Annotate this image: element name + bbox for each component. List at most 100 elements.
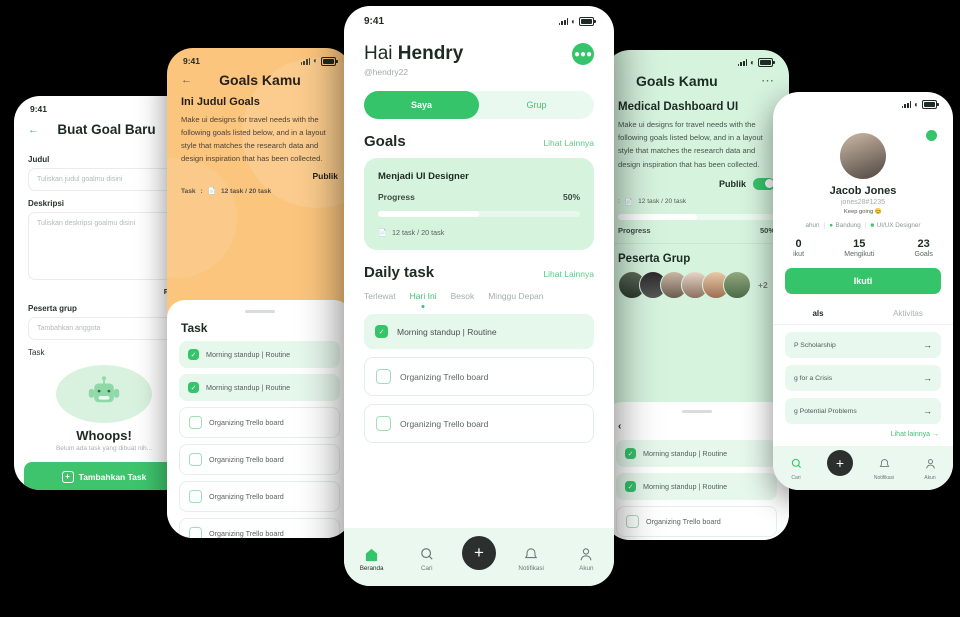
checkbox-icon[interactable]: [189, 416, 202, 429]
stat-goals[interactable]: 23 Goals: [915, 238, 933, 258]
publik-toggle[interactable]: [753, 177, 775, 190]
nav-item-notifikasi[interactable]: Notifikasi: [869, 456, 899, 481]
goals-heading: Goals: [364, 133, 406, 150]
checkbox-icon[interactable]: [189, 490, 202, 503]
progress-label: Progress: [618, 225, 651, 235]
tab-aktivitas[interactable]: Aktivitas: [863, 303, 953, 324]
ellipsis-icon[interactable]: ⋯: [761, 73, 775, 89]
add-button[interactable]: +: [827, 450, 853, 476]
judul-input[interactable]: Tuliskan judul goalmu disini: [28, 168, 180, 191]
home-icon: [352, 546, 392, 562]
back-icon[interactable]: ←: [28, 124, 39, 136]
arrow-right-icon: →: [923, 406, 932, 416]
avatar[interactable]: [723, 270, 751, 299]
publik-label[interactable]: Publik: [167, 165, 352, 181]
task-row[interactable]: Organizing Trello board: [364, 404, 594, 443]
add-button[interactable]: +: [461, 536, 496, 570]
goal-card[interactable]: Menjadi UI Designer Progress 50% 📄 12 ta…: [364, 158, 594, 250]
see-more-link[interactable]: Lihat lainnya →: [773, 424, 953, 438]
nav-item-notifikasi[interactable]: Notifikasi: [511, 546, 551, 572]
checkbox-icon[interactable]: [376, 369, 391, 384]
wifi-icon: ◐: [750, 57, 755, 67]
task-row[interactable]: Organizing Trello board: [179, 518, 340, 538]
task-sheet: Task ✓ Morning standup | Routine ✓ Morning…: [167, 300, 352, 538]
back-icon[interactable]: ←: [181, 74, 192, 86]
task-row[interactable]: ✓ Morning standup | Routine: [616, 473, 777, 500]
stat-followers[interactable]: 0 ikut: [793, 238, 804, 258]
checkbox-checked-icon[interactable]: ✓: [375, 325, 388, 338]
bell-icon: [869, 456, 899, 472]
task-row[interactable]: Organizing Trello board: [616, 506, 777, 537]
search-icon: [407, 546, 447, 562]
task-row[interactable]: Organizing Trello board: [364, 357, 594, 396]
tab-goals[interactable]: als: [773, 303, 863, 324]
goal-name: Menjadi UI Designer: [378, 171, 469, 182]
task-label: Organizing Trello board: [209, 418, 284, 427]
nav-item-cari[interactable]: Cari: [781, 456, 811, 481]
task-row[interactable]: Organizing Trello board: [179, 444, 340, 475]
person-icon: [566, 546, 606, 562]
list-item[interactable]: g Potential Problems →: [785, 398, 941, 424]
task-meta: : 📄 12 task / 20 task: [604, 190, 789, 206]
filter-hari-ini[interactable]: Hari Ini: [410, 291, 437, 301]
filter-terlewat[interactable]: Terlewat: [364, 291, 396, 301]
phone-home: 9:41 ◐ Hai Hendry @hendry22 ●●● Saya Gru…: [344, 6, 614, 586]
follow-button[interactable]: Ikuti: [785, 268, 941, 294]
page-title: Goals Kamu: [219, 72, 301, 88]
checkbox-icon[interactable]: [189, 453, 202, 466]
bottom-nav: Beranda Cari + Notifikasi Akun: [344, 528, 614, 586]
pin-icon: ●: [829, 222, 834, 229]
progress-value: 50%: [562, 192, 580, 202]
avatar-group[interactable]: +2: [604, 270, 789, 299]
daily-see-more[interactable]: Lihat Lainnya: [543, 269, 594, 279]
doc-icon: 📄: [207, 188, 216, 196]
task-row[interactable]: ✓ Morning standup | Routine: [179, 374, 340, 401]
chevron-left-icon[interactable]: ‹: [604, 419, 789, 440]
status-bar: 9:41 ◐: [344, 6, 614, 31]
task-row[interactable]: ✓ Morning standup | Routine: [179, 341, 340, 368]
progress-label: Progress: [378, 192, 415, 202]
task-row[interactable]: ✓ Morning standup | Routine: [616, 440, 777, 467]
checkbox-icon[interactable]: [626, 515, 639, 528]
deskripsi-input[interactable]: Tuliskan deskripsi goalmu disini: [28, 212, 180, 280]
checkbox-icon[interactable]: [376, 416, 391, 431]
home-header: Hai Hendry @hendry22 ●●●: [344, 31, 614, 77]
nav-item-akun[interactable]: Akun: [566, 546, 606, 572]
chat-bubble-icon[interactable]: ●●●: [572, 43, 594, 65]
sheet-handle[interactable]: [244, 310, 275, 313]
checkbox-checked-icon[interactable]: ✓: [188, 349, 199, 360]
list-item[interactable]: g for a Crisis →: [785, 365, 941, 391]
publik-toggle-row[interactable]: Publik: [604, 171, 789, 190]
segmented-control: Saya Grup: [364, 91, 594, 119]
tab-grup[interactable]: Grup: [479, 91, 594, 119]
filter-besok[interactable]: Besok: [451, 291, 475, 301]
goals-see-more[interactable]: Lihat Lainnya: [543, 138, 594, 148]
task-row[interactable]: ✓ Morning standup | Routine: [364, 314, 594, 349]
stat-following[interactable]: 15 Mengikuti: [844, 238, 874, 258]
peserta-grup-label: Peserta grup: [28, 304, 77, 313]
task-row[interactable]: Organizing Trello board: [179, 481, 340, 512]
screen-header: ← Goals Kamu: [167, 68, 352, 96]
checkbox-checked-icon[interactable]: ✓: [188, 382, 199, 393]
list-item[interactable]: P Scholarship →: [785, 332, 941, 358]
nav-item-cari[interactable]: Cari: [407, 546, 447, 572]
sheet-title: Task: [181, 321, 208, 335]
nav-item-beranda[interactable]: Beranda: [352, 546, 392, 572]
chip-location: ● Bandung: [829, 222, 861, 229]
add-member-input[interactable]: Tambahkan anggota: [28, 317, 180, 340]
task-label: Morning standup | Routine: [206, 383, 291, 392]
status-icons: ◐: [737, 57, 775, 67]
checkbox-checked-icon[interactable]: ✓: [625, 448, 636, 459]
briefcase-icon: ■: [870, 222, 875, 229]
status-bar: ◐: [773, 92, 953, 111]
filter-minggu-depan[interactable]: Minggu Depan: [488, 291, 543, 301]
empty-illustration: [56, 365, 152, 423]
add-task-button[interactable]: + Tambahkan Task: [24, 462, 184, 490]
nav-item-akun[interactable]: Akun: [915, 456, 945, 481]
tab-saya[interactable]: Saya: [364, 91, 479, 119]
sheet-handle[interactable]: [681, 410, 712, 413]
checkbox-icon[interactable]: [189, 527, 202, 538]
checkbox-checked-icon[interactable]: ✓: [625, 481, 636, 492]
task-row[interactable]: Organizing Trello board: [179, 407, 340, 438]
avatar[interactable]: [840, 133, 886, 179]
